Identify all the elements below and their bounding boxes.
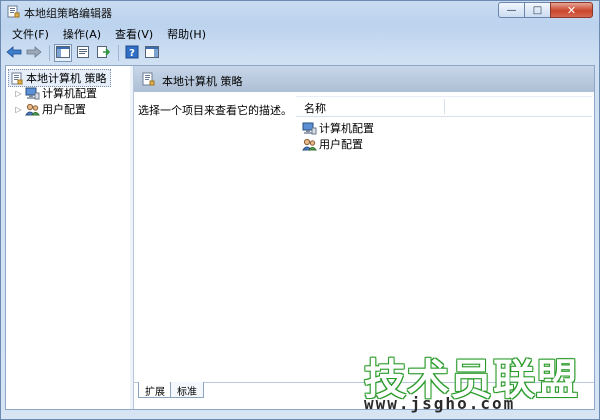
window-title: 本地组策略编辑器 (24, 7, 112, 20)
close-button[interactable]: ✕ (550, 2, 593, 18)
list-item-computer-config[interactable]: 计算机配置 (302, 120, 374, 136)
forward-button[interactable] (25, 44, 43, 62)
watermark-url-text: www.jsgho.com (364, 394, 516, 413)
policy-document-icon (9, 71, 24, 85)
expand-arrow-icon[interactable]: ▷ (14, 89, 23, 98)
policy-document-icon (142, 72, 155, 86)
maximize-icon: □ (532, 4, 543, 16)
show-hide-tree-button[interactable] (54, 44, 72, 62)
show-hide-tree-icon (56, 45, 70, 61)
console-tree: 本地计算机 策略 ▷ 计算机配置 ▷ 用户配置 (6, 66, 131, 409)
tree-item-user-config[interactable]: ▷ 用户配置 (14, 101, 86, 117)
help-button[interactable]: ? (123, 44, 141, 62)
menu-bar: 文件(F) 操作(A) 查看(V) 帮助(H) (5, 24, 595, 42)
back-button[interactable] (5, 44, 23, 62)
tree-root-label: 本地计算机 策略 (26, 72, 107, 85)
maximize-button[interactable]: □ (524, 2, 550, 18)
title-bar: 本地组策略编辑器 — □ ✕ (1, 1, 599, 23)
tab-standard[interactable]: 标准 (170, 382, 204, 398)
list-item-label: 计算机配置 (319, 122, 374, 135)
user-config-icon (302, 137, 317, 151)
tree-item-label: 计算机配置 (42, 87, 97, 100)
close-icon: ✕ (566, 3, 577, 17)
watermark-url: www.jsgho.com (364, 394, 515, 413)
minimize-button[interactable]: — (498, 2, 524, 18)
window-controls: — □ ✕ (498, 2, 593, 19)
item-list: 名称 计算机配置 用户配置 (296, 92, 594, 382)
description-panel: 选择一个项目来查看它的描述。 (134, 92, 296, 382)
description-text: 选择一个项目来查看它的描述。 (138, 104, 292, 117)
menu-help[interactable]: 帮助(H) (160, 24, 213, 42)
help-icon: ? (125, 45, 139, 62)
menu-view[interactable]: 查看(V) (108, 24, 160, 42)
show-hide-action-pane-button[interactable] (143, 44, 161, 62)
list-item-label: 用户配置 (319, 138, 363, 151)
properties-icon (76, 45, 90, 62)
show-hide-action-pane-icon (145, 45, 159, 61)
computer-config-icon (302, 121, 317, 135)
svg-text:?: ? (129, 48, 135, 59)
tree-item-computer-config[interactable]: ▷ 计算机配置 (14, 85, 97, 101)
menu-file[interactable]: 文件(F) (5, 24, 56, 42)
forward-arrow-icon (26, 45, 42, 61)
toolbar-separator (118, 45, 119, 61)
result-pane-header: 本地计算机 策略 (134, 66, 594, 93)
menu-action[interactable]: 操作(A) (56, 24, 108, 42)
user-config-icon (25, 102, 40, 116)
computer-config-icon (25, 86, 40, 100)
list-item-user-config[interactable]: 用户配置 (302, 136, 363, 152)
minimize-icon: — (506, 4, 517, 16)
column-header-name[interactable]: 名称 (296, 96, 592, 117)
tab-extended[interactable]: 扩展 (138, 382, 172, 398)
result-pane-title: 本地计算机 策略 (162, 75, 243, 88)
toolbar: ? (5, 43, 595, 63)
expand-arrow-icon[interactable]: ▷ (14, 105, 23, 114)
export-list-button[interactable] (94, 44, 112, 62)
back-arrow-icon (6, 45, 22, 61)
policy-app-icon (7, 5, 20, 18)
properties-button[interactable] (74, 44, 92, 62)
toolbar-separator (49, 45, 50, 61)
column-divider[interactable] (444, 99, 445, 114)
export-list-icon (96, 45, 111, 62)
column-header-label: 名称 (304, 102, 326, 115)
tree-item-label: 用户配置 (42, 103, 86, 116)
